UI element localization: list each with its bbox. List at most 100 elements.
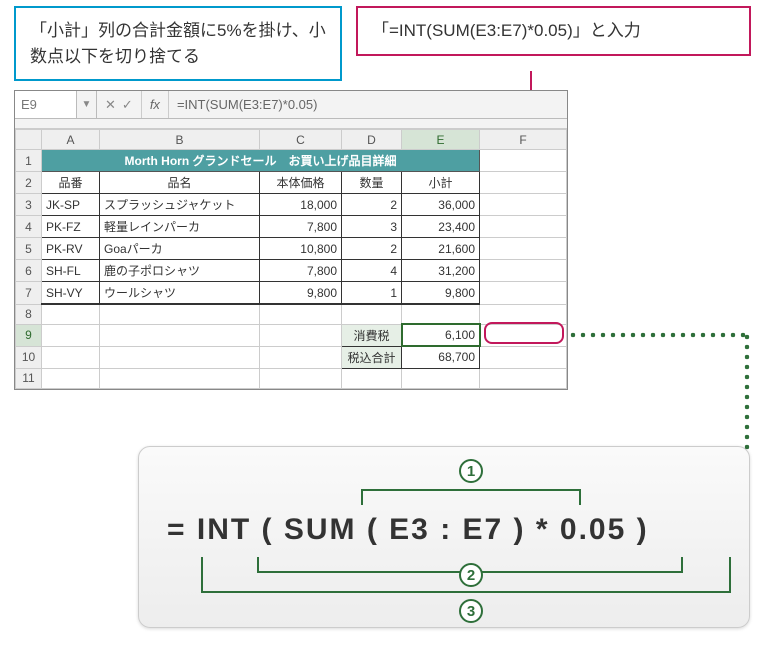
cell-B10[interactable] — [100, 346, 260, 368]
cell-C11[interactable] — [260, 368, 342, 388]
header-spacer — [15, 119, 567, 129]
hdr-B[interactable]: 品名 — [100, 172, 260, 194]
cell-B9[interactable] — [100, 324, 260, 346]
rowhdr-9[interactable]: 9 — [16, 324, 42, 346]
cell-F4[interactable] — [480, 216, 567, 238]
formula-display: = INT ( SUM ( E3 : E7 ) * 0.05 ) — [167, 513, 649, 547]
colA[interactable]: A — [42, 130, 100, 150]
spreadsheet-table[interactable]: A B C D E F 1 Morth Horn グランドセール お買い上げ品目… — [15, 129, 567, 389]
cell-D9[interactable]: 消費税 — [342, 324, 402, 346]
corner-cell[interactable] — [16, 130, 42, 150]
cell-E7[interactable]: 9,800 — [402, 282, 480, 305]
name-formula-bar: E9 ▼ ✕ ✓ fx =INT(SUM(E3:E7)*0.05) — [15, 91, 567, 119]
row-7: 7 SH-VY ウールシャツ 9,800 1 9,800 — [16, 282, 567, 305]
cell-E11[interactable] — [402, 368, 480, 388]
colB[interactable]: B — [100, 130, 260, 150]
cell-E10[interactable]: 68,700 — [402, 346, 480, 368]
formula-explainer-panel: 1 = INT ( SUM ( E3 : E7 ) * 0.05 ) 2 3 — [138, 446, 750, 628]
cell-D4[interactable]: 3 — [342, 216, 402, 238]
row-6: 6 SH-FL 鹿の子ポロシャツ 7,800 4 31,200 — [16, 260, 567, 282]
badge-3: 3 — [459, 599, 483, 623]
cell-E6[interactable]: 31,200 — [402, 260, 480, 282]
row-4: 4 PK-FZ 軽量レインパーカ 7,800 3 23,400 — [16, 216, 567, 238]
colC[interactable]: C — [260, 130, 342, 150]
cell-B11[interactable] — [100, 368, 260, 388]
cell-B7[interactable]: ウールシャツ — [100, 282, 260, 305]
colD[interactable]: D — [342, 130, 402, 150]
cell-F11[interactable] — [480, 368, 567, 388]
cell-B3[interactable]: スプラッシュジャケット — [100, 194, 260, 216]
cell-B5[interactable]: Goaパーカ — [100, 238, 260, 260]
bracket-3 — [201, 557, 731, 593]
cell-A10[interactable] — [42, 346, 100, 368]
cell-F3[interactable] — [480, 194, 567, 216]
spreadsheet-window: E9 ▼ ✕ ✓ fx =INT(SUM(E3:E7)*0.05) A B C … — [14, 90, 568, 390]
cell-F2[interactable] — [480, 172, 567, 194]
cell-F5[interactable] — [480, 238, 567, 260]
rowhdr-3[interactable]: 3 — [16, 194, 42, 216]
cell-C8[interactable] — [260, 304, 342, 324]
cell-E8[interactable] — [402, 304, 480, 324]
hdr-C[interactable]: 本体価格 — [260, 172, 342, 194]
rowhdr-10[interactable]: 10 — [16, 346, 42, 368]
cell-E4[interactable]: 23,400 — [402, 216, 480, 238]
cell-D5[interactable]: 2 — [342, 238, 402, 260]
cell-A8[interactable] — [42, 304, 100, 324]
cell-A3[interactable]: JK-SP — [42, 194, 100, 216]
rowhdr-4[interactable]: 4 — [16, 216, 42, 238]
cell-B6[interactable]: 鹿の子ポロシャツ — [100, 260, 260, 282]
cell-D7[interactable]: 1 — [342, 282, 402, 305]
rowhdr-1[interactable]: 1 — [16, 150, 42, 172]
cell-E9[interactable]: 6,100 — [402, 324, 480, 346]
cancel-icon[interactable]: ✕ — [105, 97, 116, 113]
formula-bar-input[interactable]: =INT(SUM(E3:E7)*0.05) — [169, 97, 567, 112]
cell-F6[interactable] — [480, 260, 567, 282]
cell-C7[interactable]: 9,800 — [260, 282, 342, 305]
hdr-D[interactable]: 数量 — [342, 172, 402, 194]
enter-icon[interactable]: ✓ — [122, 97, 133, 113]
name-box[interactable]: E9 — [15, 91, 77, 118]
cell-A4[interactable]: PK-FZ — [42, 216, 100, 238]
cell-D3[interactable]: 2 — [342, 194, 402, 216]
title-cell[interactable]: Morth Horn グランドセール お買い上げ品目詳細 — [42, 150, 480, 172]
row-2: 2 品番 品名 本体価格 数量 小計 — [16, 172, 567, 194]
hdr-E[interactable]: 小計 — [402, 172, 480, 194]
cell-C4[interactable]: 7,800 — [260, 216, 342, 238]
cell-C9[interactable] — [260, 324, 342, 346]
cell-F10[interactable] — [480, 346, 567, 368]
cell-D8[interactable] — [342, 304, 402, 324]
colF[interactable]: F — [480, 130, 567, 150]
rowhdr-6[interactable]: 6 — [16, 260, 42, 282]
rowhdr-2[interactable]: 2 — [16, 172, 42, 194]
rowhdr-8[interactable]: 8 — [16, 304, 42, 324]
cell-E3[interactable]: 36,000 — [402, 194, 480, 216]
fx-icon[interactable]: fx — [142, 91, 169, 118]
cell-B8[interactable] — [100, 304, 260, 324]
rowhdr-11[interactable]: 11 — [16, 368, 42, 388]
cell-A7[interactable]: SH-VY — [42, 282, 100, 305]
cell-D10[interactable]: 税込合計 — [342, 346, 402, 368]
rowhdr-5[interactable]: 5 — [16, 238, 42, 260]
namebox-dropdown-icon[interactable]: ▼ — [77, 91, 97, 118]
cell-A9[interactable] — [42, 324, 100, 346]
cell-F9[interactable] — [480, 324, 567, 346]
cell-E5[interactable]: 21,600 — [402, 238, 480, 260]
col-headers: A B C D E F — [16, 130, 567, 150]
colE[interactable]: E — [402, 130, 480, 150]
formula-btns: ✕ ✓ — [97, 91, 142, 118]
cell-D11[interactable] — [342, 368, 402, 388]
cell-F7[interactable] — [480, 282, 567, 305]
cell-A6[interactable]: SH-FL — [42, 260, 100, 282]
hdr-A[interactable]: 品番 — [42, 172, 100, 194]
rowhdr-7[interactable]: 7 — [16, 282, 42, 305]
cell-C6[interactable]: 7,800 — [260, 260, 342, 282]
cell-C10[interactable] — [260, 346, 342, 368]
cell-F1[interactable] — [480, 150, 567, 172]
cell-B4[interactable]: 軽量レインパーカ — [100, 216, 260, 238]
cell-F8[interactable] — [480, 304, 567, 324]
cell-A5[interactable]: PK-RV — [42, 238, 100, 260]
cell-A11[interactable] — [42, 368, 100, 388]
cell-C5[interactable]: 10,800 — [260, 238, 342, 260]
cell-D6[interactable]: 4 — [342, 260, 402, 282]
cell-C3[interactable]: 18,000 — [260, 194, 342, 216]
